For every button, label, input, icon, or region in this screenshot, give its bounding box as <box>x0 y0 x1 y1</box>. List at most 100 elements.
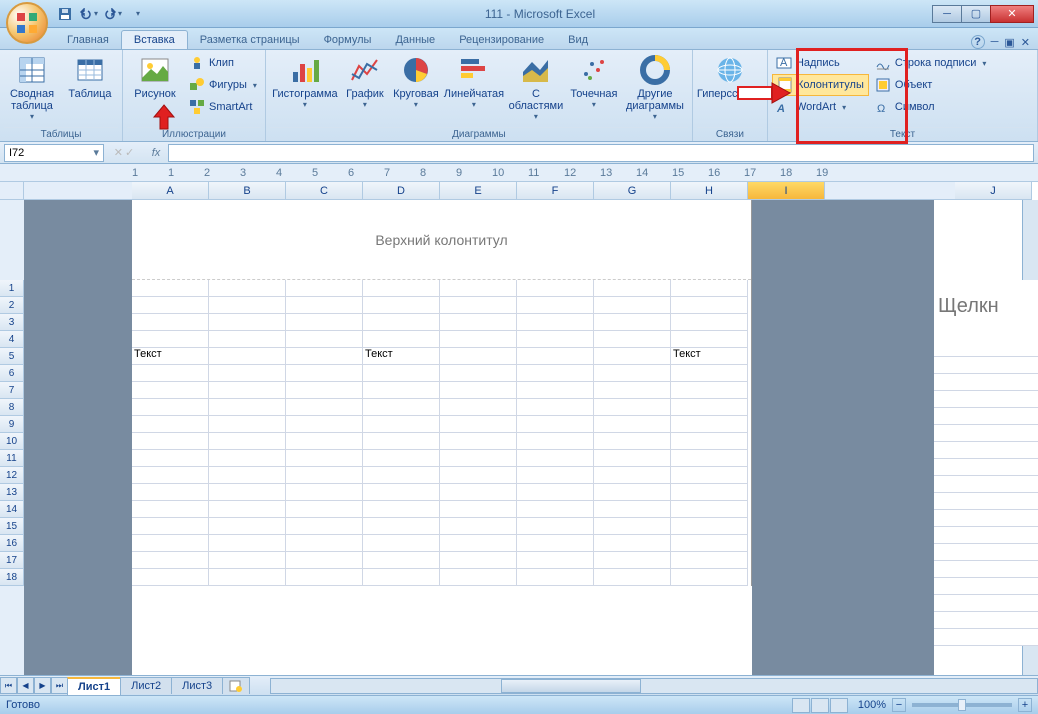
group-illustrations: Рисунок Клип Фигуры SmartArt Иллюстрации <box>123 50 266 141</box>
row-14[interactable]: 14 <box>0 501 24 518</box>
help-icon[interactable]: ? <box>971 35 985 49</box>
save-button[interactable] <box>55 4 75 24</box>
sheet-nav-prev[interactable]: ◀ <box>17 677 34 694</box>
other-charts-button[interactable]: Другие диаграммы <box>622 52 688 124</box>
clipart-button[interactable]: Клип <box>185 52 261 74</box>
col-E[interactable]: E <box>440 182 517 200</box>
redo-button[interactable] <box>103 4 123 24</box>
bar-chart-button[interactable]: Линейчатая <box>444 52 504 124</box>
row-11[interactable]: 11 <box>0 450 24 467</box>
column-chart-button[interactable]: Гистограмма <box>270 52 340 124</box>
col-G[interactable]: G <box>594 182 671 200</box>
smartart-icon <box>189 99 205 115</box>
pivot-table-button[interactable]: Сводная таблица <box>4 52 60 124</box>
red-arrow-right-icon <box>736 81 792 105</box>
mdi-close-icon[interactable]: ✕ <box>1021 36 1030 49</box>
new-sheet-button[interactable] <box>222 677 250 694</box>
group-illustrations-label: Иллюстрации <box>127 127 261 141</box>
col-I[interactable]: I <box>748 182 825 200</box>
row-17[interactable]: 17 <box>0 552 24 569</box>
mdi-minimize-icon[interactable]: ─ <box>991 36 999 48</box>
row-15[interactable]: 15 <box>0 518 24 535</box>
sheet-tab-2[interactable]: Лист2 <box>120 677 172 694</box>
row-7[interactable]: 7 <box>0 382 24 399</box>
symbol-button[interactable]: Ω Символ <box>871 96 990 118</box>
select-all-button[interactable] <box>0 182 24 200</box>
status-bar: Готово 100% − + <box>0 695 1038 714</box>
row-6[interactable]: 6 <box>0 365 24 382</box>
col-D[interactable]: D <box>363 182 440 200</box>
sheet-nav-next[interactable]: ▶ <box>34 677 51 694</box>
page-1: Верхний колонтитул ТекстТекстТекст <box>132 200 752 586</box>
object-button[interactable]: Объект <box>871 74 990 96</box>
group-tables-label: Таблицы <box>4 127 118 141</box>
row-13[interactable]: 13 <box>0 484 24 501</box>
line-chart-button[interactable]: График <box>342 52 388 124</box>
sheet-tab-3[interactable]: Лист3 <box>171 677 223 694</box>
page-header[interactable]: Верхний колонтитул <box>132 200 751 280</box>
tab-home[interactable]: Главная <box>55 31 121 49</box>
name-box[interactable]: I72▾ <box>4 144 104 162</box>
tab-insert[interactable]: Вставка <box>121 30 188 49</box>
office-button[interactable] <box>6 2 48 44</box>
smartart-button[interactable]: SmartArt <box>185 96 261 118</box>
sheet-tab-bar: ⏮ ◀ ▶ ⏭ Лист1 Лист2 Лист3 <box>0 675 1038 695</box>
maximize-button[interactable]: ▢ <box>961 5 991 23</box>
signature-line-button[interactable]: Строка подписи <box>871 52 990 74</box>
row-9[interactable]: 9 <box>0 416 24 433</box>
tab-view[interactable]: Вид <box>556 31 600 49</box>
view-pagebreak-button[interactable] <box>830 698 848 713</box>
row-3[interactable]: 3 <box>0 314 24 331</box>
pie-chart-button[interactable]: Круговая <box>390 52 442 124</box>
worksheet-area[interactable]: Верхний колонтитул ТекстТекстТекст Щелкн <box>24 200 1022 675</box>
tab-review[interactable]: Рецензирование <box>447 31 556 49</box>
zoom-out-button[interactable]: − <box>892 698 906 712</box>
col-B[interactable]: B <box>209 182 286 200</box>
view-normal-button[interactable] <box>792 698 810 713</box>
pie-chart-icon <box>400 54 432 86</box>
pivot-table-icon <box>16 54 48 86</box>
col-C[interactable]: C <box>286 182 363 200</box>
scatter-chart-button[interactable]: Точечная <box>568 52 620 124</box>
row-12[interactable]: 12 <box>0 467 24 484</box>
tab-formulas[interactable]: Формулы <box>312 31 384 49</box>
close-button[interactable]: ✕ <box>990 5 1034 23</box>
mdi-restore-icon[interactable]: ▣ <box>1004 36 1014 49</box>
tab-data[interactable]: Данные <box>383 31 447 49</box>
sheet-nav-last[interactable]: ⏭ <box>51 677 68 694</box>
sheet-nav-first[interactable]: ⏮ <box>0 677 17 694</box>
row-4[interactable]: 4 <box>0 331 24 348</box>
fx-button[interactable]: fx <box>144 147 168 159</box>
col-J[interactable]: J <box>955 182 1032 200</box>
shapes-button[interactable]: Фигуры <box>185 74 261 96</box>
textbox-icon: A <box>776 55 792 71</box>
line-chart-icon <box>349 54 381 86</box>
textbox-button[interactable]: A Надпись <box>772 52 869 74</box>
col-H[interactable]: H <box>671 182 748 200</box>
qat-customize[interactable] <box>127 4 147 24</box>
view-pagelayout-button[interactable] <box>811 698 829 713</box>
horizontal-ruler: 1 1 2 3 4 5 6 7 8 9 10 11 12 13 14 15 16… <box>0 164 1038 182</box>
row-10[interactable]: 10 <box>0 433 24 450</box>
row-5[interactable]: 5 <box>0 348 24 365</box>
page2-header-hint[interactable]: Щелкн <box>934 280 1038 340</box>
zoom-level[interactable]: 100% <box>858 699 886 711</box>
col-A[interactable]: A <box>132 182 209 200</box>
tab-pagelayout[interactable]: Разметка страницы <box>188 31 312 49</box>
area-chart-button[interactable]: С областями <box>506 52 566 124</box>
row-1[interactable]: 1 <box>0 280 24 297</box>
zoom-in-button[interactable]: + <box>1018 698 1032 712</box>
row-8[interactable]: 8 <box>0 399 24 416</box>
minimize-button[interactable]: ─ <box>932 5 962 23</box>
col-F[interactable]: F <box>517 182 594 200</box>
group-charts: Гистограмма График Круговая Линейчатая С… <box>266 50 693 141</box>
sheet-tab-1[interactable]: Лист1 <box>67 677 121 695</box>
row-18[interactable]: 18 <box>0 569 24 586</box>
undo-button[interactable] <box>79 4 99 24</box>
table-button[interactable]: Таблица <box>62 52 118 124</box>
horizontal-scrollbar[interactable] <box>270 678 1038 694</box>
row-16[interactable]: 16 <box>0 535 24 552</box>
formula-input[interactable] <box>168 144 1034 162</box>
zoom-slider[interactable] <box>912 703 1012 707</box>
row-2[interactable]: 2 <box>0 297 24 314</box>
